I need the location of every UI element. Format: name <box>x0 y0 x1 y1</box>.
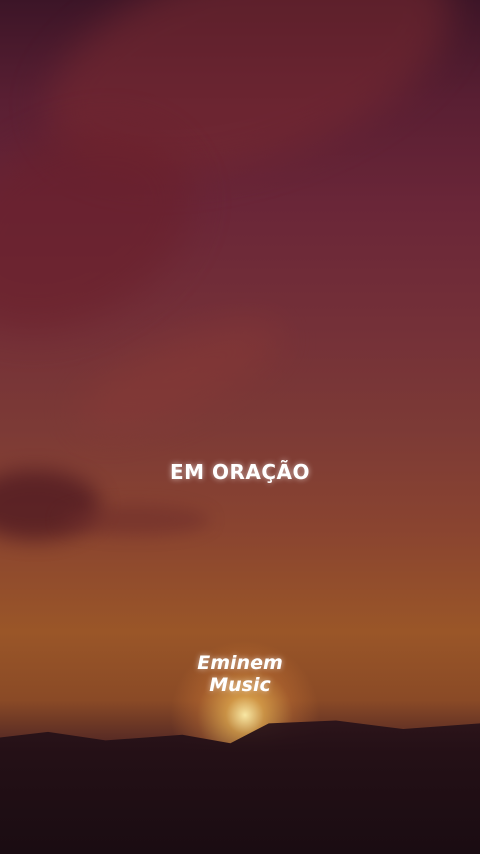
lyric-title: EM ORAÇÃO <box>169 460 311 484</box>
cloud <box>65 298 295 452</box>
channel-watermark: Eminem Music <box>0 652 480 696</box>
video-frame: EM ORAÇÃO Eminem Music <box>0 0 480 854</box>
watermark-line-1: Eminem <box>197 652 283 674</box>
watermark-line-2: Music <box>209 674 271 696</box>
cloud <box>60 505 210 535</box>
